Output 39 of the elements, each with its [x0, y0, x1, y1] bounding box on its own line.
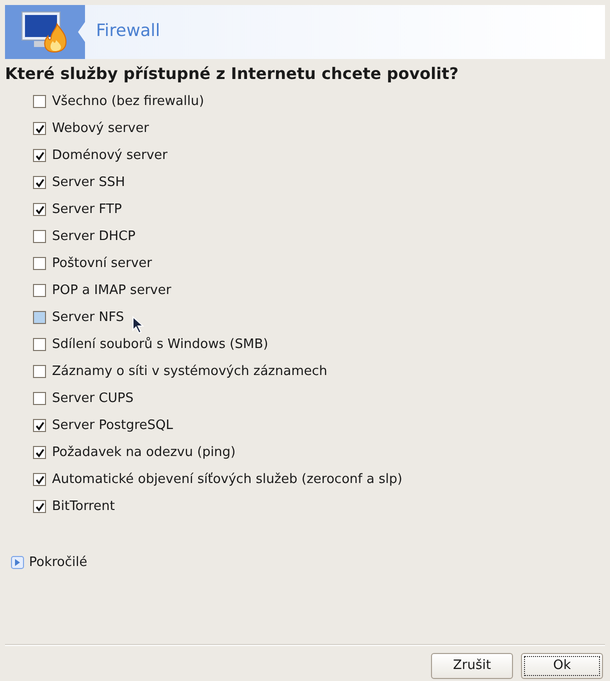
question-heading: Které služby přístupné z Internetu chcete povolit? — [5, 64, 460, 84]
header-title: Firewall — [96, 20, 160, 44]
checkbox-label[interactable]: Poštovní server — [52, 254, 152, 274]
dialog-button[interactable]: Zrušit — [431, 653, 513, 679]
advanced-label[interactable]: Pokročilé — [29, 553, 88, 572]
checkbox[interactable] — [33, 338, 46, 351]
checkbox-label[interactable]: Server DHCP — [52, 226, 136, 246]
checkbox-label[interactable]: Požadavek na odezvu (ping) — [52, 442, 236, 462]
checkbox-label[interactable]: Server PostgreSQL — [52, 416, 173, 436]
checkbox-label[interactable]: POP a IMAP server — [52, 280, 172, 300]
checkbox[interactable] — [33, 419, 46, 432]
checkbox-label[interactable]: Server SSH — [52, 172, 126, 192]
checkbox-label[interactable]: Server FTP — [52, 200, 122, 220]
checkbox[interactable] — [33, 230, 46, 243]
mouse-cursor-icon — [132, 316, 144, 334]
checkbox-label[interactable]: Všechno (bez firewallu) — [52, 92, 204, 112]
dialog-button[interactable]: Ok — [521, 653, 603, 679]
checkbox-label[interactable]: Webový server — [52, 118, 149, 138]
checkbox[interactable] — [33, 284, 46, 297]
expander-icon[interactable] — [11, 556, 24, 570]
checkbox-label[interactable]: Server CUPS — [52, 388, 134, 408]
checkbox-label[interactable]: Doménový server — [52, 146, 168, 166]
checkbox[interactable] — [33, 365, 46, 378]
header-notch — [78, 22, 85, 42]
checkbox-label[interactable]: Server NFS — [52, 308, 124, 328]
checkbox[interactable] — [33, 122, 46, 135]
checkbox[interactable] — [33, 203, 46, 216]
checkbox[interactable] — [33, 392, 46, 405]
checkbox-label[interactable]: Záznamy o síti v systémových záznamech — [52, 362, 328, 382]
checkbox[interactable] — [33, 473, 46, 486]
checkbox-label[interactable]: Automatické objevení síťových služeb (zeroconf a slp) — [52, 470, 402, 490]
checkbox[interactable] — [33, 149, 46, 162]
checkbox[interactable] — [33, 257, 46, 270]
checkbox-label[interactable]: BitTorrent — [52, 496, 115, 516]
checkbox[interactable] — [33, 500, 46, 513]
checkbox-label[interactable]: Sdílení souborů s Windows (SMB) — [52, 334, 268, 354]
checkbox[interactable] — [33, 95, 46, 108]
checkbox[interactable] — [33, 446, 46, 459]
checkbox[interactable] — [33, 176, 46, 189]
